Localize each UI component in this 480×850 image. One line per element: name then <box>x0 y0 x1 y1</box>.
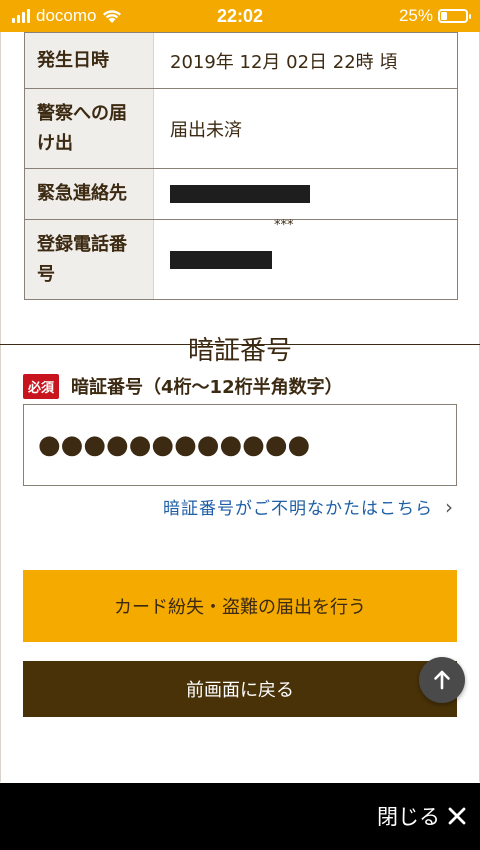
row-label: 発生日時 <box>25 33 154 88</box>
masked-stars: *** <box>274 218 294 233</box>
row-label: 登録電話番号 <box>25 220 154 299</box>
battery-percent: 25% <box>398 6 433 25</box>
table-row: 緊急連絡先 <box>25 168 457 219</box>
row-label: 緊急連絡先 <box>25 169 154 219</box>
row-label: 警察への届け出 <box>25 89 154 168</box>
scroll-to-top-button[interactable] <box>419 657 465 703</box>
table-row: 発生日時 2019年 12月 02日 22時 頃 <box>25 32 457 88</box>
phone-number-value: *** <box>154 218 457 299</box>
forgot-pin-link-text[interactable]: 暗証番号がご不明なかたはこちら <box>163 494 433 519</box>
table-row: 登録電話番号 *** <box>25 218 457 299</box>
pin-masked-value: ●●●●●●●●●●●● <box>38 430 311 460</box>
section-divider <box>0 344 480 345</box>
bottom-bar: 閉じる <box>0 783 480 850</box>
section-title: 暗証番号 <box>187 336 292 366</box>
close-label[interactable]: 閉じる <box>377 801 440 831</box>
row-value: 届出未済 <box>170 119 242 141</box>
status-bar: docomo 22:02 25% <box>0 0 480 32</box>
chevron-right-icon: › <box>445 494 454 519</box>
back-button[interactable]: 前画面に戻る <box>23 661 457 717</box>
emergency-contact-value <box>154 169 457 219</box>
battery-group: 25% <box>398 6 471 26</box>
arrow-up-icon <box>434 670 450 690</box>
redacted-block <box>170 250 272 269</box>
report-info-table: 発生日時 2019年 12月 02日 22時 頃 警察への届け出 届出未済 緊急… <box>24 32 458 300</box>
battery-icon <box>438 9 471 23</box>
row-value: 2019年 12月 02日 22時 頃 <box>170 51 398 73</box>
pin-label-text: 暗証番号（4桁〜12桁半角数字） <box>71 377 343 398</box>
report-loss-theft-button[interactable]: カード紛失・盗難の届出を行う <box>23 570 457 642</box>
pin-input[interactable]: ●●●●●●●●●●●● <box>23 404 457 486</box>
redacted-block <box>170 185 310 203</box>
close-button[interactable]: 閉じる <box>377 801 466 831</box>
forgot-pin-link[interactable]: 暗証番号がご不明なかたはこちら › <box>163 494 454 520</box>
pin-field-label: 必須 暗証番号（4桁〜12桁半角数字） <box>23 373 343 399</box>
table-row: 警察への届け出 届出未済 <box>25 88 457 168</box>
close-icon <box>448 807 466 825</box>
required-badge: 必須 <box>23 373 60 399</box>
